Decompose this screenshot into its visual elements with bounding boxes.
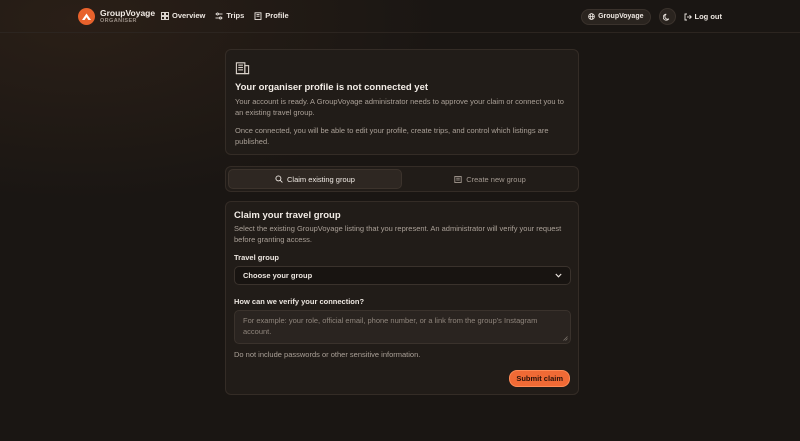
brand-name: GroupVoyage bbox=[100, 7, 156, 18]
travel-group-value: Choose your group bbox=[243, 271, 313, 280]
travel-group-label: Travel group bbox=[234, 253, 280, 262]
nav-overview[interactable]: Overview bbox=[161, 11, 205, 20]
sliders-icon bbox=[215, 12, 223, 19]
theme-toggle[interactable] bbox=[658, 8, 676, 25]
brand-subtitle: ORGANISER bbox=[100, 18, 137, 24]
building-icon bbox=[235, 62, 250, 75]
verify-textarea[interactable]: For example: your role, official email, … bbox=[234, 310, 571, 344]
top-header: GroupVoyage ORGANISER Overview Trips Pro… bbox=[0, 0, 800, 33]
notice-title: Your organiser profile is not connected … bbox=[235, 82, 429, 93]
form-title: Claim your travel group bbox=[234, 210, 341, 221]
sensitive-info-hint: Do not include passwords or other sensit… bbox=[234, 350, 421, 359]
nav-profile-label: Profile bbox=[265, 11, 289, 20]
nav-trips[interactable]: Trips bbox=[215, 11, 244, 20]
tab-claim-existing-label: Claim existing group bbox=[287, 174, 355, 184]
globe-icon bbox=[588, 13, 595, 20]
account-switcher[interactable]: GroupVoyage bbox=[581, 8, 651, 25]
tab-create-new[interactable]: Create new group bbox=[404, 169, 576, 189]
mode-tabs: Claim existing group Create new group bbox=[225, 166, 579, 192]
main-nav: Overview Trips Profile bbox=[161, 11, 289, 20]
building-icon bbox=[454, 176, 462, 183]
nav-overview-label: Overview bbox=[172, 11, 206, 20]
travel-group-select[interactable]: Choose your group bbox=[234, 266, 571, 285]
nav-profile[interactable]: Profile bbox=[254, 11, 289, 20]
logout-button[interactable]: Log out bbox=[684, 12, 723, 21]
nav-trips-label: Trips bbox=[226, 11, 245, 20]
grid-icon bbox=[161, 11, 169, 20]
verify-placeholder: For example: your role, official email, … bbox=[243, 316, 538, 336]
claim-form: Claim your travel group Select the exist… bbox=[225, 201, 579, 395]
search-icon bbox=[275, 175, 283, 183]
logout-icon bbox=[684, 13, 692, 20]
logout-label: Log out bbox=[694, 12, 723, 21]
brand[interactable]: GroupVoyage ORGANISER bbox=[78, 8, 155, 25]
header-actions: GroupVoyage Log out bbox=[581, 8, 722, 25]
connection-notice: Your organiser profile is not connected … bbox=[225, 49, 579, 155]
building-icon bbox=[254, 11, 262, 20]
mountain-logo-icon bbox=[78, 8, 95, 25]
notice-body-2: Once connected, you will be able to edit… bbox=[235, 126, 549, 146]
tab-claim-existing[interactable]: Claim existing group bbox=[228, 169, 402, 189]
verify-label: How can we verify your connection? bbox=[234, 297, 365, 306]
notice-body-1: Your account is ready. A GroupVoyage adm… bbox=[235, 97, 564, 117]
tab-create-new-label: Create new group bbox=[466, 174, 526, 184]
moon-icon bbox=[663, 13, 670, 21]
account-label: GroupVoyage bbox=[598, 13, 644, 20]
chevron-down-icon bbox=[555, 273, 562, 278]
resize-handle-icon[interactable] bbox=[563, 336, 568, 341]
form-description: Select the existing GroupVoyage listing … bbox=[234, 224, 562, 244]
submit-claim-button[interactable]: Submit claim bbox=[509, 370, 570, 387]
